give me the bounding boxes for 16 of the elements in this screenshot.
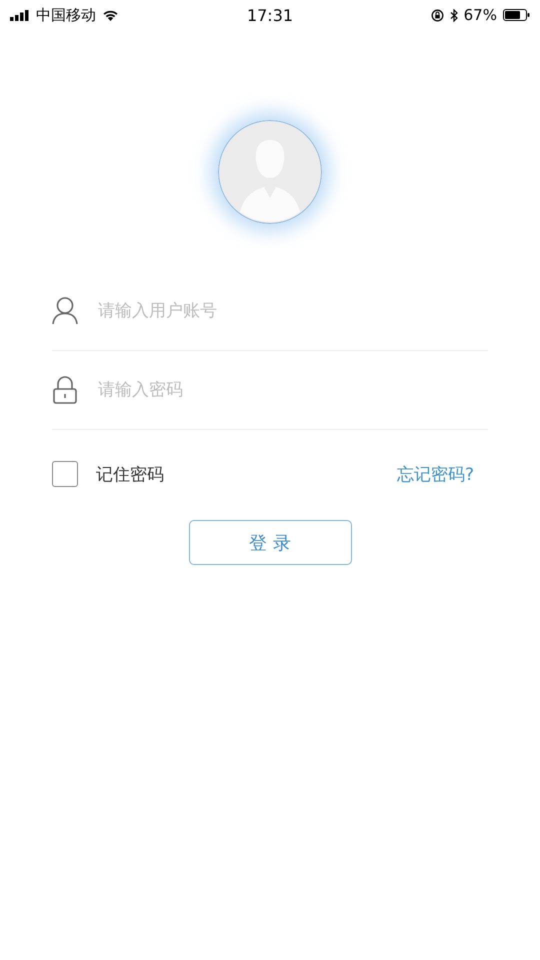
- status-time: 17:31: [246, 6, 294, 24]
- remember-label: 记住密码: [96, 464, 164, 486]
- user-icon: [52, 297, 78, 325]
- bluetooth-icon: [450, 8, 458, 22]
- battery-percent: 67%: [464, 6, 497, 24]
- lock-icon: [52, 376, 78, 404]
- battery-icon: [502, 9, 530, 21]
- rotation-lock-icon: [430, 8, 444, 22]
- forgot-password-link[interactable]: 忘记密码?: [396, 462, 474, 486]
- input-field[interactable]: 请输入用户账号: [96, 300, 488, 322]
- remember-checkbox[interactable]: [52, 461, 78, 487]
- signal-icon: [10, 10, 30, 20]
- wifi-icon: [102, 9, 119, 21]
- login-button[interactable]: 登 录: [188, 520, 352, 565]
- carrier-name: 中国移动: [36, 6, 96, 24]
- input-field[interactable]: 请输入密码: [96, 379, 488, 401]
